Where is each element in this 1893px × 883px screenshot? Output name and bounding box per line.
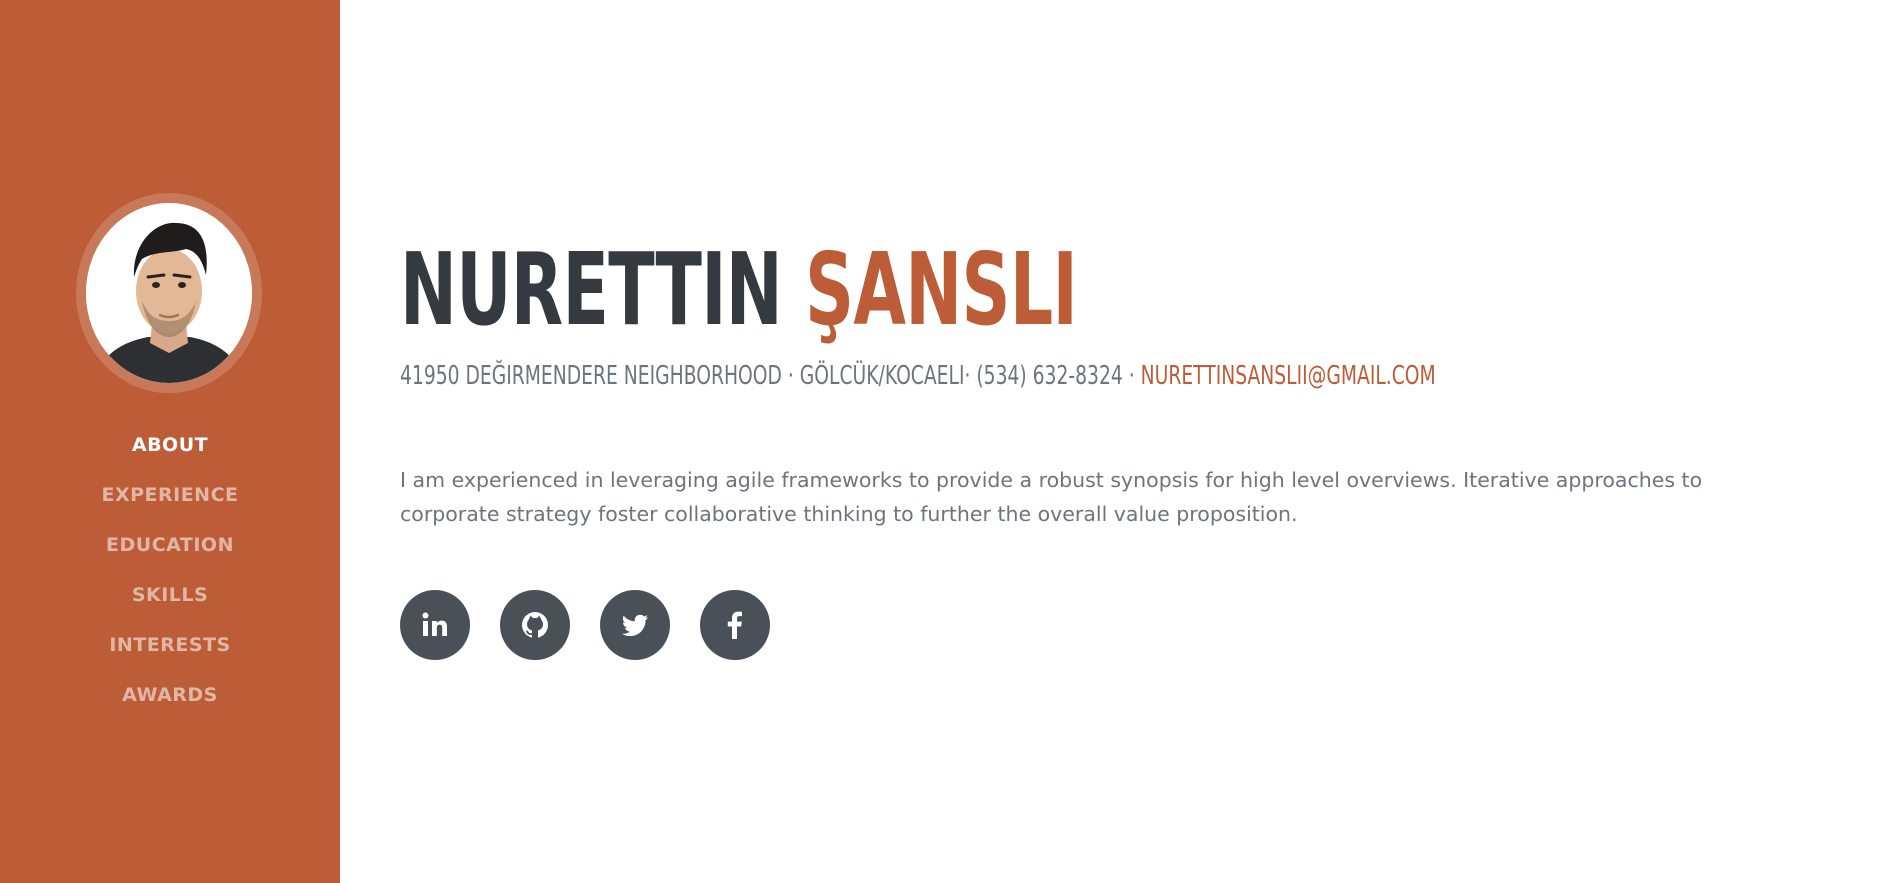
sidebar: ABOUT EXPERIENCE EDUCATION SKILLS INTERE… (0, 0, 340, 883)
nav-link-awards[interactable]: AWARDS (122, 684, 218, 706)
twitter-button[interactable] (600, 590, 670, 660)
github-icon (519, 609, 551, 641)
avatar-photo (86, 203, 252, 383)
nav-link-about[interactable]: ABOUT (132, 434, 208, 456)
email-link[interactable]: NURETTINSANSLII@GMAIL.COM (1141, 361, 1436, 391)
nav-link-education[interactable]: EDUCATION (106, 534, 234, 556)
sidebar-nav: ABOUT EXPERIENCE EDUCATION SKILLS INTERE… (0, 420, 340, 720)
nav-link-skills[interactable]: SKILLS (132, 584, 208, 606)
social-icons (400, 590, 800, 660)
contact-line: 41950 DEĞIRMENDERE NEIGHBORHOOD · GÖLCÜK… (400, 363, 1436, 389)
nav-item-education: EDUCATION (0, 520, 340, 570)
nav-item-awards: AWARDS (0, 670, 340, 720)
profile-avatar (76, 193, 262, 393)
facebook-button[interactable] (700, 590, 770, 660)
linkedin-button[interactable] (400, 590, 470, 660)
address-text: 41950 DEĞIRMENDERE NEIGHBORHOOD · GÖLCÜK… (400, 361, 1135, 391)
nav-link-experience[interactable]: EXPERIENCE (101, 484, 238, 506)
first-name: NURETTIN (400, 231, 783, 348)
nav-item-about: ABOUT (0, 420, 340, 470)
nav-item-interests: INTERESTS (0, 620, 340, 670)
nav-item-skills: SKILLS (0, 570, 340, 620)
bio-text: I am experienced in leveraging agile fra… (400, 468, 1703, 526)
last-name: ŞANSLI (805, 231, 1078, 348)
twitter-icon (619, 609, 651, 641)
nav-link-interests[interactable]: INTERESTS (109, 634, 230, 656)
facebook-icon (720, 610, 750, 640)
github-button[interactable] (500, 590, 570, 660)
nav-item-experience: EXPERIENCE (0, 470, 340, 520)
profile-name: NURETTIN ŞANSLI (400, 240, 1078, 340)
linkedin-icon (420, 610, 450, 640)
